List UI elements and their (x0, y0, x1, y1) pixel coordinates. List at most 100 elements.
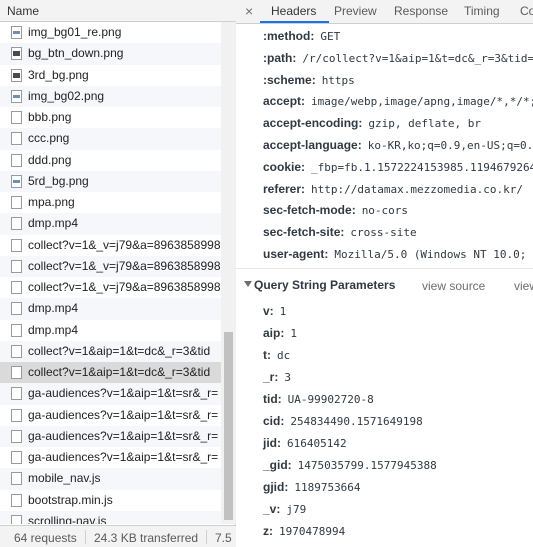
status-divider (85, 530, 86, 544)
file-icon (11, 196, 22, 209)
request-row[interactable]: collect?v=1&_v=j79&a=8963858998 (0, 255, 221, 277)
request-name: ga-audiences?v=1&aip=1&t=sr&_r= (28, 450, 219, 464)
request-list-panel: Name img_bg01_re.png bg_btn_down.png 3rd_b… (0, 0, 236, 547)
param-key: tid: (263, 392, 282, 406)
image-file-icon (11, 89, 22, 103)
file-icon (11, 323, 22, 337)
tab-preview[interactable]: Preview (334, 4, 377, 18)
request-row[interactable]: collect?v=1&aip=1&t=dc&_r=3&tid (0, 362, 221, 384)
request-row[interactable]: dmp.mp4 (0, 213, 221, 235)
file-icon (11, 451, 22, 464)
query-param-row: z: 1970478994 (263, 524, 345, 538)
request-row[interactable]: mobile_nav.js (0, 468, 221, 490)
query-param-row: v: 1 (263, 304, 286, 318)
view-source-link[interactable]: view source (422, 279, 485, 293)
header-key: accept-language: (263, 138, 362, 152)
request-name: bg_btn_down.png (28, 46, 124, 61)
request-name: dmp.mp4 (28, 216, 79, 231)
param-value: 254834490.1571649198 (290, 415, 423, 428)
request-row[interactable]: ccc.png (0, 128, 221, 150)
request-row[interactable]: img_bg01_re.png (0, 22, 221, 43)
details-tab-bar: × Headers Preview Response Timing Co (236, 0, 533, 24)
collapse-triangle-icon[interactable] (244, 281, 252, 287)
close-icon[interactable]: × (245, 3, 253, 19)
request-row[interactable]: bg_btn_down.png (0, 43, 221, 65)
request-row[interactable]: 3rd_bg.png (0, 65, 221, 86)
request-name: collect?v=1&_v=j79&a=8963858998 (28, 237, 221, 252)
request-row[interactable]: ga-audiences?v=1&aip=1&t=sr&_r= (0, 405, 221, 426)
file-icon (11, 514, 22, 524)
file-icon (11, 408, 22, 422)
param-key: _gid: (263, 458, 292, 472)
request-name: 3rd_bg.png (28, 67, 89, 82)
header-value: cross-site (350, 226, 417, 240)
param-key: jid: (263, 436, 281, 450)
header-key: :method: (263, 29, 315, 43)
request-name: dmp.mp4 (28, 301, 79, 316)
request-row[interactable]: dmp.mp4 (0, 298, 221, 320)
query-string-section: Query String Parameters view source view… (236, 268, 533, 547)
request-name: collect?v=1&_v=j79&a=8963858998 (28, 280, 221, 294)
tab-cookies[interactable]: Co (520, 4, 533, 18)
request-row[interactable]: ddd.png (0, 150, 221, 171)
request-row[interactable]: collect?v=1&_v=j79&a=8963858998 (0, 235, 221, 256)
header-value: Mozilla/5.0 (Windows NT 10.0; W (334, 248, 533, 261)
param-value: 3 (284, 371, 291, 384)
header-value: GET (320, 30, 341, 43)
file-icon (11, 217, 22, 231)
file-icon (11, 472, 22, 486)
request-row[interactable]: dmp.mp4 (0, 320, 221, 341)
request-row[interactable]: 5rd_bg.png (0, 170, 221, 192)
request-name: collect?v=1&aip=1&t=dc&_r=3&tid (28, 365, 211, 379)
request-row[interactable]: bbb.png (0, 107, 221, 128)
file-icon (11, 302, 22, 316)
request-name: collect?v=1&aip=1&t=dc&_r=3&tid (28, 343, 211, 358)
request-row[interactable]: mpa.png (0, 192, 221, 213)
request-row[interactable]: collect?v=1&aip=1&t=dc&_r=3&tid (0, 340, 221, 362)
request-header-row: accept: image/webp,image/apng,image/*,*/*… (263, 94, 533, 108)
file-icon (11, 366, 22, 379)
request-details-panel: × Headers Preview Response Timing Co :me… (236, 0, 533, 547)
name-column-header[interactable]: Name (0, 0, 236, 22)
param-key: aip: (263, 326, 285, 340)
view-url-encoded-link[interactable]: view URL encoded (514, 279, 533, 293)
request-row[interactable]: collect?v=1&_v=j79&a=8963858998 (0, 277, 221, 298)
request-header-row: sec-fetch-site: cross-site (263, 225, 417, 239)
section-divider (236, 268, 533, 269)
header-key: cookie: (263, 159, 306, 174)
param-value: UA-99902720-8 (287, 393, 374, 406)
request-header-row: :scheme: https (263, 73, 355, 87)
request-list-scrollbar-thumb[interactable] (224, 332, 233, 520)
header-value: http://datamax.mezzomedia.co.kr/ (311, 182, 523, 196)
query-string-title[interactable]: Query String Parameters (254, 278, 395, 292)
headers-content: :method: GET :path: /r/collect?v=1&aip=1&t=… (236, 25, 533, 547)
header-key: :path: (263, 50, 297, 65)
tab-response[interactable]: Response (394, 4, 448, 18)
request-row[interactable]: ga-audiences?v=1&aip=1&t=sr&_r= (0, 447, 221, 468)
file-icon (11, 387, 22, 401)
status-divider (206, 530, 207, 544)
request-name: ga-audiences?v=1&aip=1&t=sr&_r= (28, 428, 219, 443)
query-param-row: _v: j79 (263, 502, 306, 516)
request-row[interactable]: ga-audiences?v=1&aip=1&t=sr&_r= (0, 383, 221, 405)
param-key: _v: (263, 502, 281, 516)
request-list: img_bg01_re.png bg_btn_down.png 3rd_bg.png… (0, 22, 221, 524)
request-name: bootstrap.min.js (28, 492, 113, 507)
request-row[interactable]: bootstrap.min.js (0, 490, 221, 511)
param-value: 1 (290, 327, 297, 340)
param-value: dc (277, 349, 291, 362)
tab-headers[interactable]: Headers (271, 4, 316, 18)
header-value: /r/collect?v=1&aip=1&t=dc&_r=3&tid= (302, 51, 533, 65)
resources-size: 7.5 I (215, 531, 236, 545)
image-file-icon (11, 47, 22, 61)
header-key: :scheme: (263, 72, 316, 87)
request-row[interactable]: ga-audiences?v=1&aip=1&t=sr&_r= (0, 425, 221, 447)
request-name: mpa.png (28, 195, 75, 209)
request-name: dmp.mp4 (28, 322, 79, 337)
param-key: v: (263, 304, 274, 318)
request-header-row: user-agent: Mozilla/5.0 (Windows NT 10.0;… (263, 247, 533, 261)
request-row[interactable]: img_bg02.png (0, 85, 221, 107)
request-name: ga-audiences?v=1&aip=1&t=sr&_r= (28, 386, 219, 401)
request-row[interactable]: scrolling-nav.js (0, 510, 221, 524)
tab-timing[interactable]: Timing (464, 4, 500, 18)
